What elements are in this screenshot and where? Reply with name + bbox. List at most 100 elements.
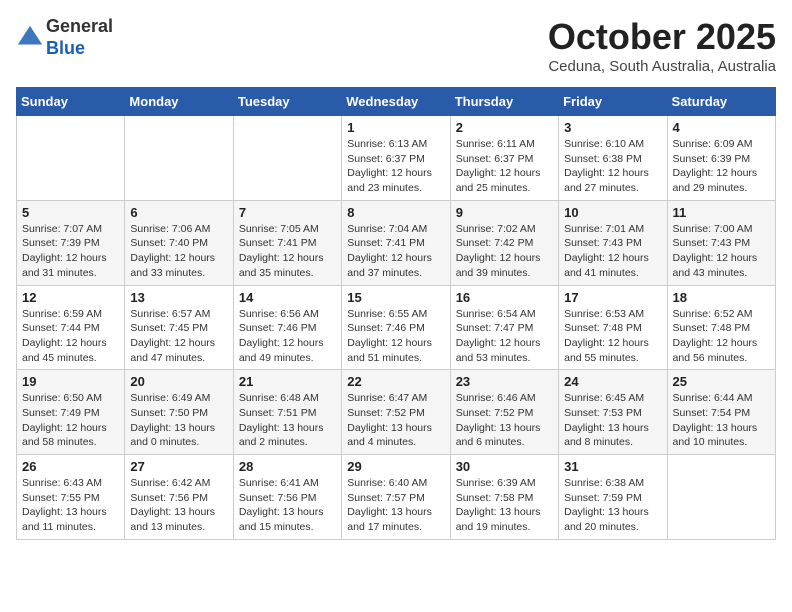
weekday-header-row: SundayMondayTuesdayWednesdayThursdayFrid… <box>17 88 776 116</box>
day-number: 14 <box>239 290 336 305</box>
calendar-cell <box>233 116 341 201</box>
day-number: 11 <box>673 205 770 220</box>
day-info: Sunrise: 6:41 AM Sunset: 7:56 PM Dayligh… <box>239 476 336 535</box>
day-info: Sunrise: 6:42 AM Sunset: 7:56 PM Dayligh… <box>130 476 227 535</box>
day-info: Sunrise: 6:46 AM Sunset: 7:52 PM Dayligh… <box>456 391 553 450</box>
title-block: October 2025 Ceduna, South Australia, Au… <box>548 16 776 75</box>
day-number: 19 <box>22 374 119 389</box>
calendar-cell: 3 Sunrise: 6:10 AM Sunset: 6:38 PM Daylig… <box>559 116 667 201</box>
day-info: Sunrise: 6:10 AM Sunset: 6:38 PM Dayligh… <box>564 137 661 196</box>
day-number: 6 <box>130 205 227 220</box>
day-info: Sunrise: 6:40 AM Sunset: 7:57 PM Dayligh… <box>347 476 444 535</box>
month-title: October 2025 <box>548 16 776 58</box>
day-number: 5 <box>22 205 119 220</box>
day-info: Sunrise: 6:53 AM Sunset: 7:48 PM Dayligh… <box>564 307 661 366</box>
day-info: Sunrise: 6:45 AM Sunset: 7:53 PM Dayligh… <box>564 391 661 450</box>
weekday-header-thursday: Thursday <box>450 88 558 116</box>
day-info: Sunrise: 6:47 AM Sunset: 7:52 PM Dayligh… <box>347 391 444 450</box>
day-info: Sunrise: 6:43 AM Sunset: 7:55 PM Dayligh… <box>22 476 119 535</box>
calendar-week-row-3: 12 Sunrise: 6:59 AM Sunset: 7:44 PM Dayli… <box>17 285 776 370</box>
day-info: Sunrise: 6:57 AM Sunset: 7:45 PM Dayligh… <box>130 307 227 366</box>
day-info: Sunrise: 6:50 AM Sunset: 7:49 PM Dayligh… <box>22 391 119 450</box>
calendar-cell: 29 Sunrise: 6:40 AM Sunset: 7:57 PM Dayli… <box>342 455 450 540</box>
calendar-cell: 30 Sunrise: 6:39 AM Sunset: 7:58 PM Dayli… <box>450 455 558 540</box>
day-number: 17 <box>564 290 661 305</box>
day-number: 27 <box>130 459 227 474</box>
calendar-cell: 5 Sunrise: 7:07 AM Sunset: 7:39 PM Daylig… <box>17 200 125 285</box>
calendar-cell: 21 Sunrise: 6:48 AM Sunset: 7:51 PM Dayli… <box>233 370 341 455</box>
day-info: Sunrise: 6:13 AM Sunset: 6:37 PM Dayligh… <box>347 137 444 196</box>
calendar-cell: 15Sunrise: 6:55 AM Sunset: 7:46 PM Dayli… <box>342 285 450 370</box>
day-info: Sunrise: 7:04 AM Sunset: 7:41 PM Dayligh… <box>347 222 444 281</box>
calendar-cell: 31 Sunrise: 6:38 AM Sunset: 7:59 PM Dayli… <box>559 455 667 540</box>
calendar-cell: 26 Sunrise: 6:43 AM Sunset: 7:55 PM Dayli… <box>17 455 125 540</box>
calendar-cell: 19 Sunrise: 6:50 AM Sunset: 7:49 PM Dayli… <box>17 370 125 455</box>
day-info: Sunrise: 6:59 AM Sunset: 7:44 PM Dayligh… <box>22 307 119 366</box>
day-info: Sunrise: 7:05 AM Sunset: 7:41 PM Dayligh… <box>239 222 336 281</box>
weekday-header-wednesday: Wednesday <box>342 88 450 116</box>
calendar-cell: 23 Sunrise: 6:46 AM Sunset: 7:52 PM Dayli… <box>450 370 558 455</box>
day-info: Sunrise: 6:55 AM Sunset: 7:46 PM Dayligh… <box>347 307 444 366</box>
day-info: Sunrise: 6:48 AM Sunset: 7:51 PM Dayligh… <box>239 391 336 450</box>
day-number: 18 <box>673 290 770 305</box>
calendar-cell: 10 Sunrise: 7:01 AM Sunset: 7:43 PM Dayli… <box>559 200 667 285</box>
calendar-cell: 28 Sunrise: 6:41 AM Sunset: 7:56 PM Dayli… <box>233 455 341 540</box>
calendar-week-row-5: 26 Sunrise: 6:43 AM Sunset: 7:55 PM Dayli… <box>17 455 776 540</box>
calendar-cell: 22 Sunrise: 6:47 AM Sunset: 7:52 PM Dayli… <box>342 370 450 455</box>
day-number: 12 <box>22 290 119 305</box>
calendar-cell: 4Sunrise: 6:09 AM Sunset: 6:39 PM Daylig… <box>667 116 775 201</box>
day-info: Sunrise: 6:11 AM Sunset: 6:37 PM Dayligh… <box>456 137 553 196</box>
calendar-cell <box>667 455 775 540</box>
calendar-week-row-4: 19 Sunrise: 6:50 AM Sunset: 7:49 PM Dayli… <box>17 370 776 455</box>
calendar-cell: 27 Sunrise: 6:42 AM Sunset: 7:56 PM Dayli… <box>125 455 233 540</box>
calendar-cell: 2Sunrise: 6:11 AM Sunset: 6:37 PM Daylig… <box>450 116 558 201</box>
calendar-cell: 12 Sunrise: 6:59 AM Sunset: 7:44 PM Dayli… <box>17 285 125 370</box>
calendar-cell: 18Sunrise: 6:52 AM Sunset: 7:48 PM Dayli… <box>667 285 775 370</box>
day-info: Sunrise: 6:56 AM Sunset: 7:46 PM Dayligh… <box>239 307 336 366</box>
location-text: Ceduna, South Australia, Australia <box>548 58 776 75</box>
calendar-cell: 24 Sunrise: 6:45 AM Sunset: 7:53 PM Dayli… <box>559 370 667 455</box>
day-info: Sunrise: 7:02 AM Sunset: 7:42 PM Dayligh… <box>456 222 553 281</box>
day-number: 30 <box>456 459 553 474</box>
calendar-cell: 9 Sunrise: 7:02 AM Sunset: 7:42 PM Daylig… <box>450 200 558 285</box>
day-number: 8 <box>347 205 444 220</box>
day-number: 10 <box>564 205 661 220</box>
weekday-header-saturday: Saturday <box>667 88 775 116</box>
calendar-week-row-2: 5 Sunrise: 7:07 AM Sunset: 7:39 PM Daylig… <box>17 200 776 285</box>
day-number: 31 <box>564 459 661 474</box>
logo-blue-text: Blue <box>46 38 113 60</box>
day-number: 26 <box>22 459 119 474</box>
logo-icon <box>16 24 44 52</box>
day-number: 21 <box>239 374 336 389</box>
day-number: 23 <box>456 374 553 389</box>
day-info: Sunrise: 6:38 AM Sunset: 7:59 PM Dayligh… <box>564 476 661 535</box>
day-info: Sunrise: 6:49 AM Sunset: 7:50 PM Dayligh… <box>130 391 227 450</box>
calendar-cell: 13 Sunrise: 6:57 AM Sunset: 7:45 PM Dayli… <box>125 285 233 370</box>
weekday-header-tuesday: Tuesday <box>233 88 341 116</box>
day-number: 29 <box>347 459 444 474</box>
weekday-header-sunday: Sunday <box>17 88 125 116</box>
day-info: Sunrise: 6:44 AM Sunset: 7:54 PM Dayligh… <box>673 391 770 450</box>
calendar-cell <box>125 116 233 201</box>
weekday-header-monday: Monday <box>125 88 233 116</box>
day-info: Sunrise: 6:09 AM Sunset: 6:39 PM Dayligh… <box>673 137 770 196</box>
day-info: Sunrise: 6:39 AM Sunset: 7:58 PM Dayligh… <box>456 476 553 535</box>
day-number: 24 <box>564 374 661 389</box>
day-number: 22 <box>347 374 444 389</box>
calendar-cell: 16Sunrise: 6:54 AM Sunset: 7:47 PM Dayli… <box>450 285 558 370</box>
calendar-cell: 6Sunrise: 7:06 AM Sunset: 7:40 PM Daylig… <box>125 200 233 285</box>
day-number: 28 <box>239 459 336 474</box>
day-number: 9 <box>456 205 553 220</box>
day-info: Sunrise: 7:07 AM Sunset: 7:39 PM Dayligh… <box>22 222 119 281</box>
weekday-header-friday: Friday <box>559 88 667 116</box>
calendar-cell: 8 Sunrise: 7:04 AM Sunset: 7:41 PM Daylig… <box>342 200 450 285</box>
day-number: 13 <box>130 290 227 305</box>
day-info: Sunrise: 7:01 AM Sunset: 7:43 PM Dayligh… <box>564 222 661 281</box>
logo-general-text: General <box>46 16 113 38</box>
day-number: 3 <box>564 120 661 135</box>
calendar-cell: 1Sunrise: 6:13 AM Sunset: 6:37 PM Daylig… <box>342 116 450 201</box>
logo: General Blue <box>16 16 113 59</box>
calendar-cell: 25Sunrise: 6:44 AM Sunset: 7:54 PM Dayli… <box>667 370 775 455</box>
day-info: Sunrise: 7:00 AM Sunset: 7:43 PM Dayligh… <box>673 222 770 281</box>
day-number: 16 <box>456 290 553 305</box>
